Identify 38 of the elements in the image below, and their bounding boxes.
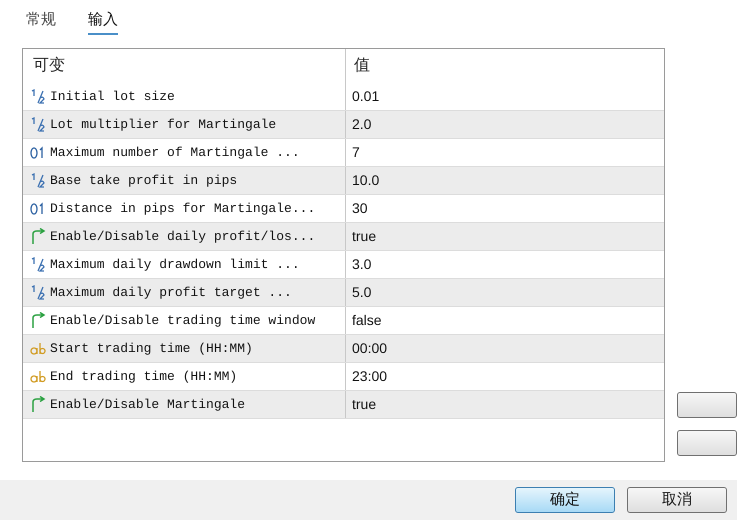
parameter-value[interactable]: 10.0: [346, 167, 664, 194]
fraction-icon: [29, 284, 46, 301]
parameter-name: Initial lot size: [50, 88, 175, 106]
side-button[interactable]: [677, 392, 737, 418]
parameter-value[interactable]: 23:00: [346, 363, 664, 390]
dialog-button[interactable]: 确定: [515, 487, 615, 513]
parameter-name: Enable/Disable trading time window: [50, 312, 316, 330]
parameter-name: Enable/Disable daily profit/los...: [50, 228, 316, 246]
parameter-value[interactable]: false: [346, 307, 664, 334]
parameter-value[interactable]: 30: [346, 195, 664, 222]
fraction-icon: [29, 88, 46, 105]
parameter-name: Maximum number of Martingale ...: [50, 144, 300, 162]
parameter-name: Lot multiplier for Martingale: [50, 116, 276, 134]
text-type-icon: [29, 340, 46, 357]
text-type-icon: [29, 368, 46, 385]
parameter-value[interactable]: 2.0: [346, 111, 664, 138]
parameter-value[interactable]: 0.01: [346, 83, 664, 110]
parameter-name: Maximum daily drawdown limit ...: [50, 256, 300, 274]
dialog-button[interactable]: 取消: [627, 487, 727, 513]
parameter-name: Start trading time (HH:MM): [50, 340, 253, 358]
parameter-name: Distance in pips for Martingale...: [50, 200, 316, 218]
parameter-value[interactable]: 5.0: [346, 279, 664, 306]
tab[interactable]: 输入: [88, 8, 118, 36]
fraction-icon: [29, 256, 46, 273]
parameter-name: Base take profit in pips: [50, 172, 238, 190]
tab[interactable]: 常规: [26, 8, 56, 36]
parameter-name: Maximum daily profit target ...: [50, 284, 292, 302]
parameter-value[interactable]: 3.0: [346, 251, 664, 278]
fraction-icon: [29, 116, 46, 133]
side-button[interactable]: [677, 430, 737, 456]
parameter-value[interactable]: true: [346, 391, 664, 418]
parameter-value[interactable]: 7: [346, 139, 664, 166]
parameter-value[interactable]: 00:00: [346, 335, 664, 362]
parameter-value[interactable]: true: [346, 223, 664, 250]
parameter-name: End trading time (HH:MM): [50, 368, 238, 386]
parameter-name: Enable/Disable Martingale: [50, 396, 246, 414]
column-header[interactable]: 值: [346, 49, 664, 83]
fraction-icon: [29, 172, 46, 189]
